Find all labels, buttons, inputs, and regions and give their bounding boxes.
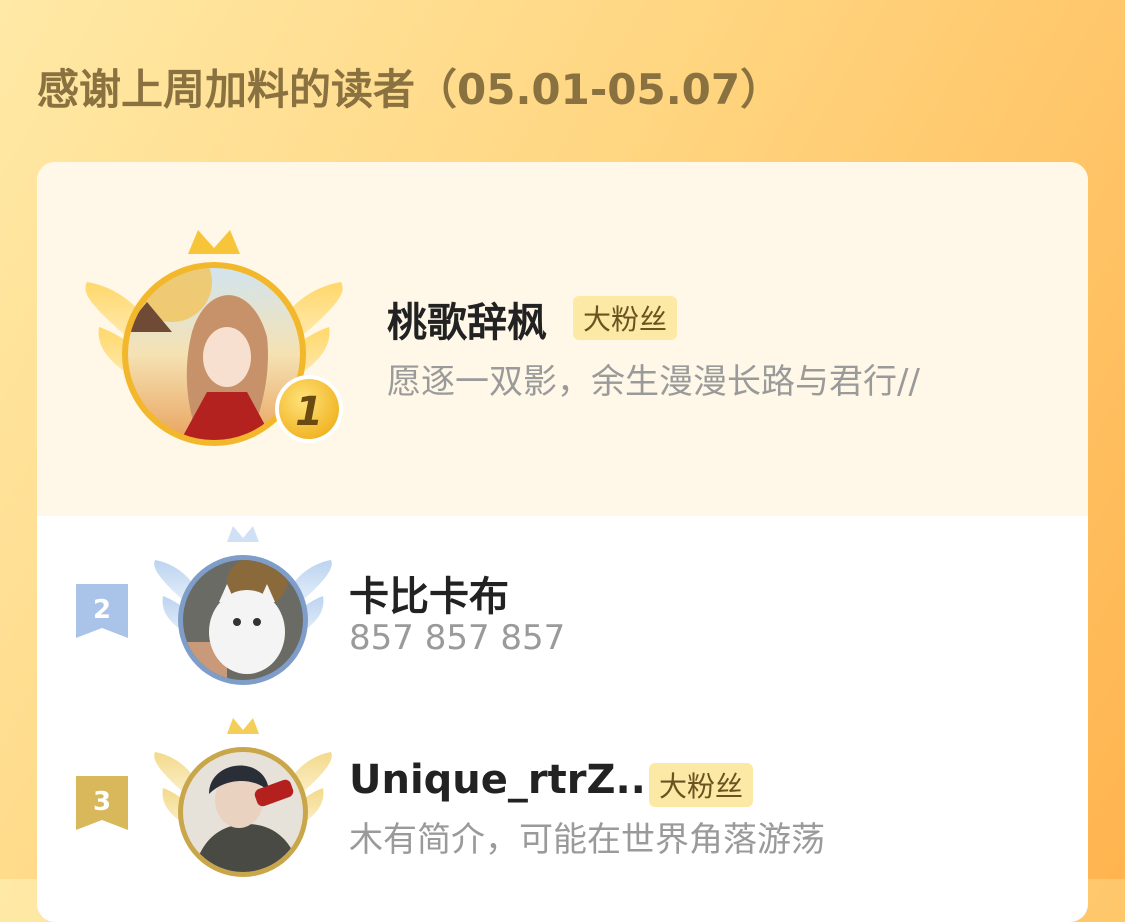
rank-2-username[interactable]: 卡比卡布 — [349, 564, 509, 622]
rank-2-bio: 857 857 857 — [349, 618, 566, 658]
rank-3-fan-badge: 大粉丝 — [649, 763, 754, 807]
rank-1-number: 1 — [295, 389, 323, 435]
page-title: 感谢上周加料的读者（05.01-05.07） — [37, 65, 783, 114]
rank-1-avatar-frame[interactable]: 1 — [77, 212, 357, 472]
rank-3-username[interactable]: Unique_rtrZ... — [349, 757, 661, 803]
crown-icon — [227, 526, 259, 542]
rank-2-number: 2 — [93, 595, 111, 625]
rank-2-avatar-frame[interactable] — [147, 522, 347, 692]
rank-2-ribbon-icon: 2 — [76, 584, 128, 638]
rank-1-username[interactable]: 桃歌辞枫 — [387, 290, 547, 348]
rank-1-bio: 愿逐一双影，余生漫漫长路与君行// — [387, 362, 920, 402]
rank-1-fan-badge: 大粉丝 — [573, 296, 678, 340]
avatar-image — [183, 752, 303, 872]
rank-3-avatar-frame[interactable] — [147, 714, 347, 884]
rank-3-number: 3 — [93, 787, 111, 817]
avatar-image — [183, 560, 303, 680]
crown-icon — [227, 718, 259, 734]
reader-ranking-card: 1 桃歌辞枫 大粉丝 愿逐一双影，余生漫漫长路与君行// 2 卡比卡布 857 … — [37, 162, 1088, 922]
rank-3-ribbon-icon: 3 — [76, 776, 128, 830]
crown-icon — [188, 230, 240, 254]
rank-3-bio: 木有简介，可能在世界角落游荡 — [349, 820, 825, 860]
